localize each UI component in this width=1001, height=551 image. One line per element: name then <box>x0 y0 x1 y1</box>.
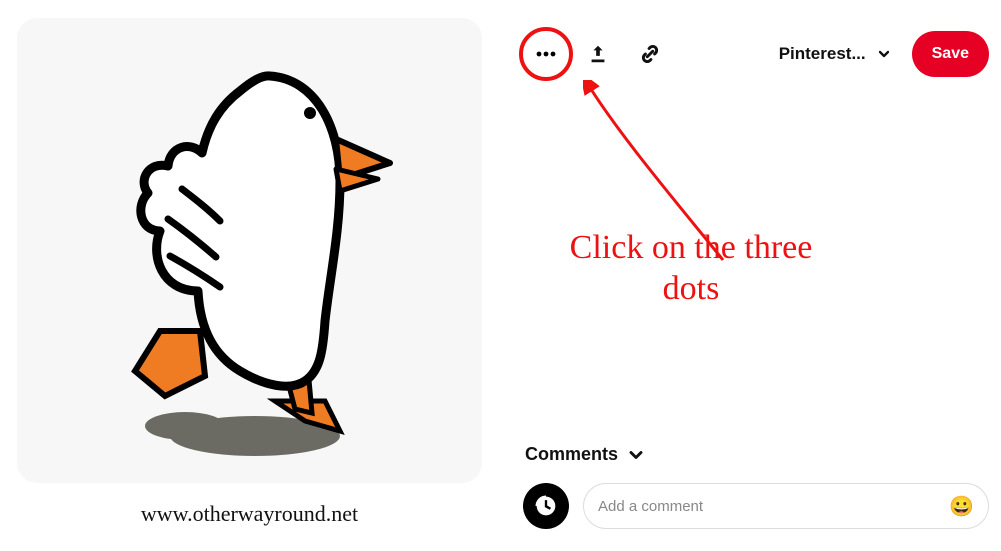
pin-image[interactable] <box>17 18 482 483</box>
annotation-arrow <box>583 80 783 280</box>
board-picker[interactable]: Pinterest... <box>773 40 898 68</box>
action-bar: Pinterest... Save <box>523 30 989 78</box>
copy-link-button[interactable] <box>627 31 673 77</box>
comments-toggle[interactable]: Comments <box>523 438 989 483</box>
chevron-down-icon <box>876 46 892 62</box>
comments-heading-label: Comments <box>525 444 618 465</box>
chevron-down-icon <box>626 445 646 465</box>
comment-input[interactable] <box>598 498 949 515</box>
avatar[interactable] <box>523 483 569 529</box>
comment-input-wrap[interactable]: 😀 <box>583 483 989 529</box>
board-label: Pinterest... <box>779 44 866 64</box>
emoji-button[interactable]: 😀 <box>949 494 974 519</box>
more-button[interactable] <box>523 31 569 77</box>
annotation-text: Click on the three dots <box>551 228 831 310</box>
credit-text: www.otherwayround.net <box>141 501 358 527</box>
share-button[interactable] <box>575 31 621 77</box>
save-button[interactable]: Save <box>912 31 989 77</box>
